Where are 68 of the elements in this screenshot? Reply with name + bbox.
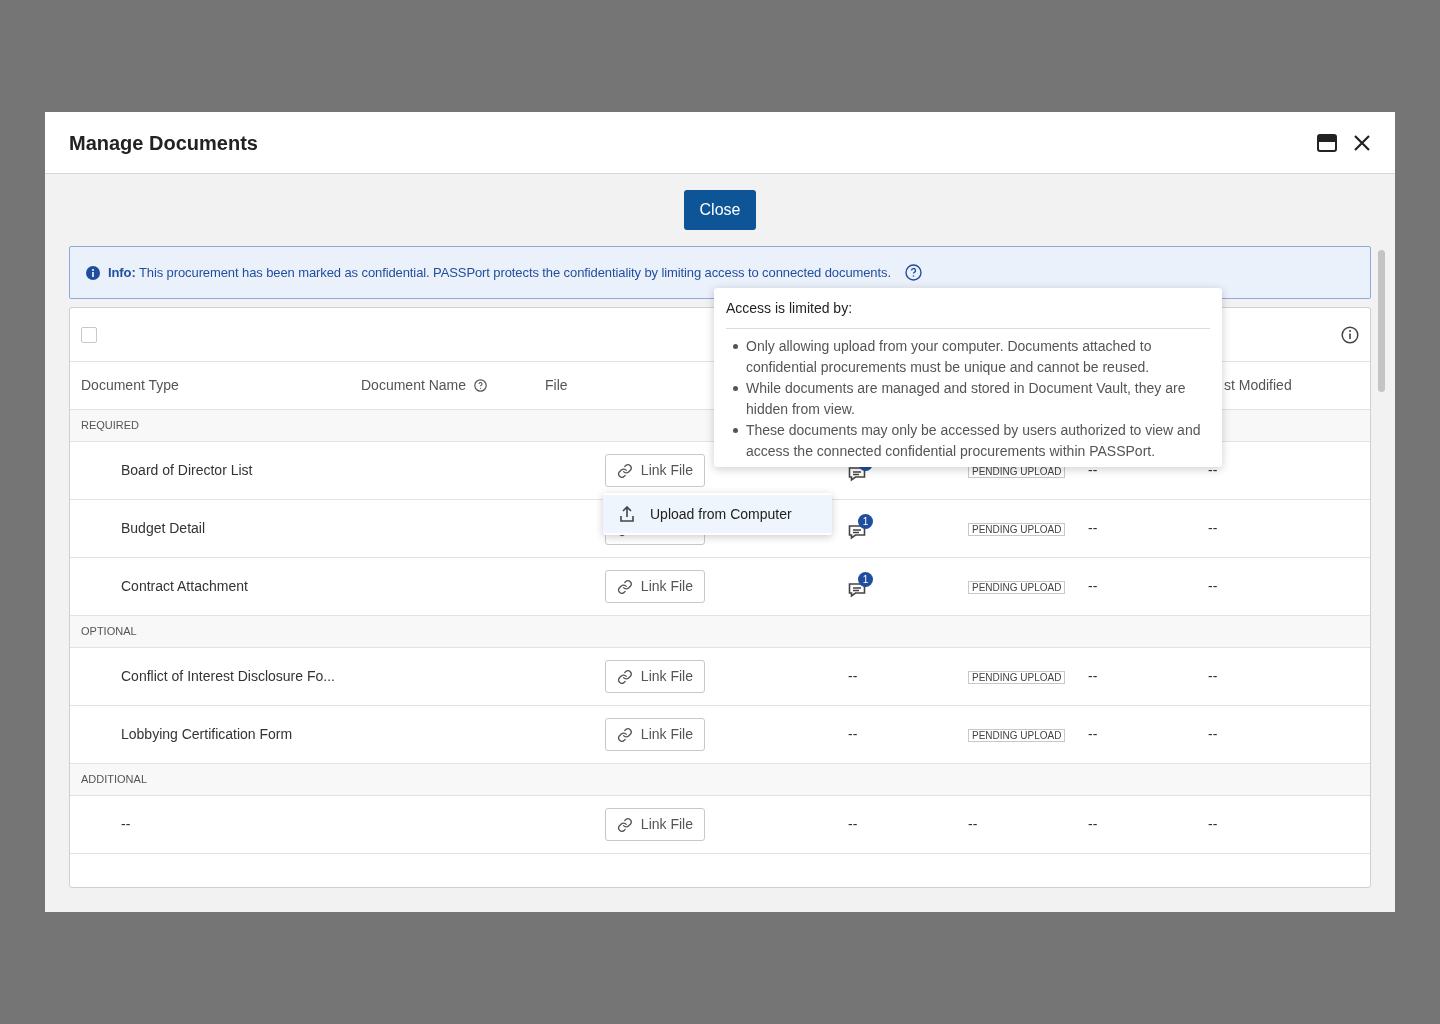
help-icon[interactable] [904,264,922,281]
group-label: ADDITIONAL [81,772,147,788]
document-type: Contract Attachment [121,578,248,594]
link-file-button[interactable]: Link File [605,718,705,751]
table-cell: -- [1208,462,1218,478]
table-cell: -- [848,816,858,832]
table-cell: -- [1208,520,1218,536]
tooltip-item: While documents are managed and stored in Document Vault, they are hidden from view. [746,379,1187,419]
table-cell: -- [1208,578,1218,594]
link-file-button[interactable]: Link File [605,808,705,841]
tooltip-title: Access is limited by: [726,298,1210,329]
column-header: Document Type [81,376,179,395]
link-file-button[interactable]: Link File [605,660,705,693]
dialog-title: Manage Documents [69,130,259,156]
table-cell: -- [1088,726,1098,742]
group-label: OPTIONAL [81,624,137,640]
table-cell: -- [1088,462,1098,478]
count-badge: 1 [858,571,873,587]
menu-item[interactable]: Upload from Computer [603,495,832,533]
link-file-button[interactable]: Link File [605,454,705,487]
table-cell: -- [848,668,858,684]
help-icon[interactable] [474,379,488,392]
table-cell: -- [1088,520,1098,536]
column-header: st Modified [1224,376,1292,395]
link-icon [617,726,633,743]
comment-icon[interactable] [848,465,866,482]
info-icon [86,265,100,280]
bullet-icon [733,386,738,391]
link-icon [617,462,633,479]
comment-icon[interactable] [848,581,866,598]
document-type: Budget Detail [121,520,206,536]
comment-icon[interactable] [848,523,866,540]
document-type: Lobbying Certification Form [121,726,293,742]
table-cell: -- [848,726,858,742]
count-badge: 1 [858,513,873,529]
link-file-button[interactable]: Link File [605,570,705,603]
tooltip-item: These documents may only be accessed by users authorized to view and access the connected confidential procurements within PASSPort. [746,421,1202,461]
link-icon [617,668,633,685]
document-type: Conflict of Interest Disclosure Fo... [121,668,335,684]
info-message: Info: This procurement has been marked as confidential. PASSPort protects the confidentiality by limiting access to connected documents. [108,263,891,282]
column-header: Document Name [361,376,467,395]
table-cell: -- [1088,578,1098,594]
link-icon [617,816,633,833]
document-type: -- [121,816,131,832]
status-badge: PENDING UPLOAD [968,581,1066,594]
table-cell: -- [1208,726,1218,742]
bullet-icon [733,344,738,349]
info-icon[interactable] [1341,325,1359,344]
status-badge: PENDING UPLOAD [968,729,1066,742]
select-all-checkbox[interactable] [81,326,97,343]
table-cell: -- [1088,668,1098,684]
minimize-icon[interactable] [1317,133,1337,152]
document-type: Board of Director List [121,462,253,478]
scrollbar[interactable] [1378,250,1385,392]
table-cell: -- [1208,816,1218,832]
close-icon[interactable] [1353,133,1371,152]
tooltip-item: Only allowing upload from your computer. Documents attached to confidential procurements must be unique and cannot be reused. [746,337,1153,377]
column-header: File [545,376,568,395]
table-cell: -- [968,816,978,832]
table-cell: -- [1088,816,1098,832]
upload-icon [620,506,634,522]
status-badge: PENDING UPLOAD [968,671,1066,684]
bullet-icon [733,428,738,433]
status-badge: PENDING UPLOAD [968,523,1066,536]
link-icon [617,578,633,595]
close-button[interactable]: Close [684,190,756,230]
table-cell: -- [1208,668,1218,684]
group-label: REQUIRED [81,418,140,434]
